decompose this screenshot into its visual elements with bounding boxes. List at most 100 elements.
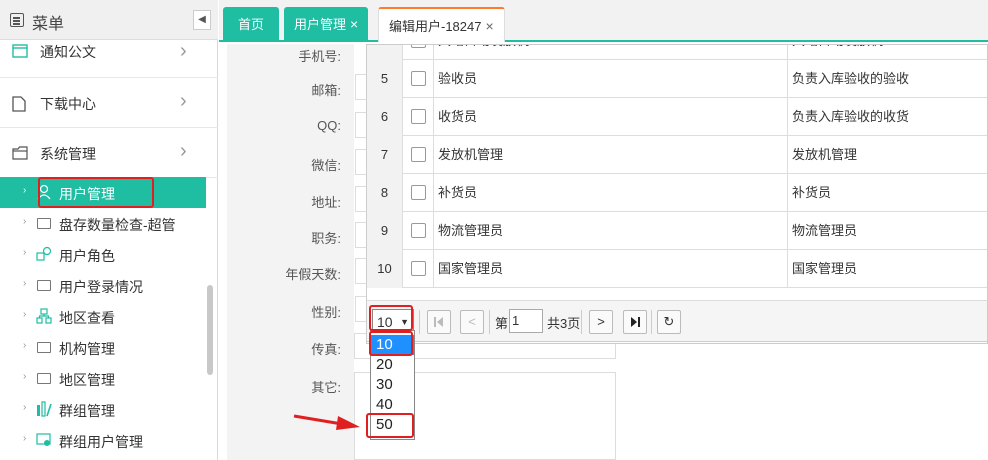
sidebar-subitem-user-roles[interactable]: › 用户角色 — [0, 239, 206, 270]
roles-icon — [36, 246, 52, 262]
role-name-cell: 补货员 — [433, 174, 787, 212]
last-page-icon — [631, 317, 640, 327]
tab-label: 编辑用户-18247 — [389, 19, 482, 34]
first-page-icon — [434, 317, 443, 327]
sidebar-subitem-login-status[interactable]: › 用户登录情况 — [0, 270, 206, 301]
table-row[interactable]: 10 国家管理员 国家管理员 — [367, 250, 987, 288]
folder-icon — [36, 277, 52, 293]
pagination-bar: 10 ▼ < 第 1 共3页 > ↻ — [366, 300, 988, 342]
sidebar-subitem-label: 盘存数量检查-超管 — [59, 217, 176, 233]
row-checkbox[interactable] — [411, 71, 426, 86]
table-row[interactable]: 5 验收员 负责入库验收的验收 — [367, 60, 987, 98]
form-label-column — [227, 44, 354, 460]
page-size-value: 10 — [377, 314, 393, 330]
sidebar-subitem-group-user-management[interactable]: › 群组用户管理 — [0, 425, 206, 456]
chevron-right-icon: > — [597, 314, 605, 329]
role-name-cell: 国家管理员 — [433, 250, 787, 288]
divider — [581, 310, 582, 334]
row-checkbox[interactable] — [411, 223, 426, 238]
sidebar-item-downloads[interactable]: 下载中心 › — [0, 78, 218, 128]
email-label: 邮箱: — [311, 83, 341, 98]
table-row[interactable]: 8 补货员 补货员 — [367, 174, 987, 212]
role-desc-cell: 负责入库验收的验收 — [787, 60, 987, 98]
role-desc-cell: 大略目动发放机 — [787, 45, 987, 60]
role-desc-cell: 发放机管理 — [787, 136, 987, 174]
row-checkbox[interactable] — [411, 147, 426, 162]
chevron-right-icon: › — [23, 278, 27, 289]
next-page-button[interactable]: > — [589, 310, 613, 334]
divider — [651, 310, 652, 334]
role-desc-cell: 物流管理员 — [787, 212, 987, 250]
sidebar-subitem-region-management[interactable]: › 地区管理 — [0, 363, 206, 394]
row-number: 5 — [367, 60, 403, 98]
row-checkbox[interactable] — [411, 261, 426, 276]
sidebar-subitem-label: 用户管理 — [59, 186, 115, 202]
close-icon[interactable]: × — [485, 18, 493, 34]
refresh-button[interactable]: ↻ — [657, 310, 681, 334]
menu-icon — [10, 13, 24, 27]
table-row[interactable]: 9 物流管理员 物流管理员 — [367, 212, 987, 250]
page-size-option-50[interactable]: 50 — [371, 415, 414, 435]
tab-bar: 首页 用户管理 × 编辑用户-18247 × — [219, 0, 988, 42]
sidebar-item-label: 通知公文 — [40, 44, 96, 60]
prev-page-button[interactable]: < — [460, 310, 484, 334]
chevron-right-icon: › — [23, 433, 27, 444]
refresh-icon: ↻ — [663, 314, 675, 329]
table-row[interactable]: 4 大略目动发放机 大略目动发放机 — [367, 45, 987, 60]
tab-user-management[interactable]: 用户管理 × — [284, 7, 369, 42]
role-name-cell: 大略目动发放机 — [433, 45, 787, 60]
chevron-left-icon: < — [468, 314, 476, 329]
table-row[interactable]: 6 收货员 负责入库验收的收货 — [367, 98, 987, 136]
sidebar-item-notices[interactable]: 通知公文 › — [0, 28, 218, 78]
gender-label: 性别: — [311, 305, 341, 320]
row-checkbox[interactable] — [411, 109, 426, 124]
tab-home[interactable]: 首页 — [223, 7, 279, 42]
position-label: 职务: — [311, 231, 341, 246]
sidebar-subitem-user-management[interactable]: › 用户管理 — [0, 177, 206, 208]
chevron-right-icon: › — [180, 40, 187, 62]
sidebar-subitem-region-view[interactable]: › 地区查看 — [0, 301, 206, 332]
sidebar-item-label: 下载中心 — [40, 96, 96, 112]
page-number-input[interactable]: 1 — [509, 309, 543, 333]
page-size-option-40[interactable]: 40 — [371, 395, 414, 415]
tab-edit-user[interactable]: 编辑用户-18247 × — [378, 7, 505, 42]
sidebar-scrollbar[interactable] — [207, 285, 213, 375]
last-page-button[interactable] — [623, 310, 647, 334]
tab-label: 首页 — [237, 17, 264, 32]
role-name-cell: 物流管理员 — [433, 212, 787, 250]
collapse-sidebar-button[interactable]: ◀ — [193, 10, 211, 30]
row-checkbox[interactable] — [411, 185, 426, 200]
chevron-right-icon: › — [23, 247, 27, 258]
divider — [419, 310, 420, 334]
close-icon[interactable]: × — [350, 16, 358, 32]
sidebar-subitem-inventory-check[interactable]: › 盘存数量检查-超管 — [0, 208, 206, 239]
divider — [489, 310, 490, 334]
page-size-option-10[interactable]: 10 — [371, 335, 414, 355]
annotation-arrow-icon — [293, 414, 360, 430]
role-desc-cell: 负责入库验收的收货 — [787, 98, 987, 136]
folder-icon — [36, 339, 52, 355]
row-checkbox[interactable] — [411, 45, 426, 48]
page-size-option-30[interactable]: 30 — [371, 375, 414, 395]
org-chart-icon — [36, 308, 52, 324]
role-desc-cell: 国家管理员 — [787, 250, 987, 288]
table-row[interactable]: 7 发放机管理 发放机管理 — [367, 136, 987, 174]
address-label: 地址: — [311, 195, 341, 210]
row-number: 9 — [367, 212, 403, 250]
role-grid: 4 大略目动发放机 大略目动发放机 5 验收员 负责入库验收的验收 6 收货员 … — [366, 44, 988, 344]
folder-icon — [36, 215, 52, 231]
qq-label: QQ: — [317, 118, 341, 133]
sidebar-subitem-group-management[interactable]: › 群组管理 — [0, 394, 206, 425]
sidebar-item-system[interactable]: 系统管理 › — [0, 128, 218, 178]
page-size-option-20[interactable]: 20 — [371, 355, 414, 375]
row-number: 7 — [367, 136, 403, 174]
sidebar-subitem-label: 机构管理 — [59, 341, 115, 357]
sidebar-item-label: 系统管理 — [40, 146, 96, 162]
role-desc-cell: 补货员 — [787, 174, 987, 212]
other-label: 其它: — [311, 380, 341, 395]
sidebar-subitem-org-management[interactable]: › 机构管理 — [0, 332, 206, 363]
sidebar-subitem-label: 群组管理 — [59, 403, 115, 419]
first-page-button[interactable] — [427, 310, 451, 334]
chevron-right-icon: › — [23, 371, 27, 382]
role-name-cell: 收货员 — [433, 98, 787, 136]
